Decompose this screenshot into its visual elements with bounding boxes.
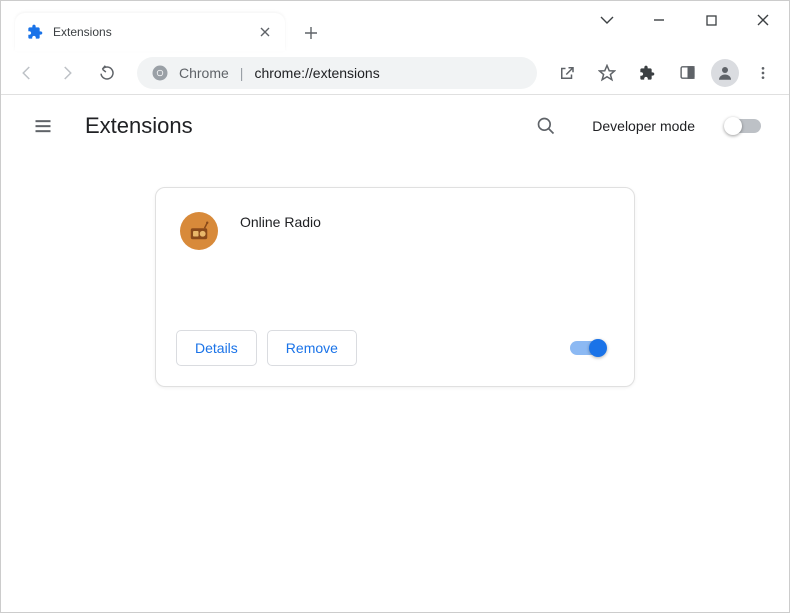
hamburger-menu-button[interactable] bbox=[23, 106, 63, 146]
toggle-knob bbox=[724, 117, 742, 135]
omnibox-url: chrome://extensions bbox=[254, 65, 379, 81]
toggle-knob bbox=[589, 339, 607, 357]
extension-name: Online Radio bbox=[240, 212, 321, 318]
kebab-menu-icon[interactable] bbox=[747, 57, 779, 89]
bookmark-icon[interactable] bbox=[591, 57, 623, 89]
extension-enable-toggle[interactable] bbox=[570, 341, 606, 355]
titlebar: Extensions bbox=[1, 1, 789, 51]
new-tab-button[interactable] bbox=[297, 19, 325, 47]
chrome-icon bbox=[151, 64, 169, 82]
radio-icon bbox=[180, 212, 218, 250]
extension-card-header: Online Radio bbox=[156, 188, 634, 318]
omnibox[interactable]: Chrome | chrome://extensions bbox=[137, 57, 537, 89]
tab-title: Extensions bbox=[53, 25, 247, 39]
maximize-button[interactable] bbox=[685, 1, 737, 39]
page-title: Extensions bbox=[85, 113, 504, 139]
minimize-button[interactable] bbox=[633, 1, 685, 39]
remove-button[interactable]: Remove bbox=[267, 330, 357, 366]
browser-toolbar: Chrome | chrome://extensions bbox=[1, 51, 789, 95]
browser-tab[interactable]: Extensions bbox=[15, 13, 285, 51]
back-button[interactable] bbox=[11, 57, 43, 89]
forward-button[interactable] bbox=[51, 57, 83, 89]
search-button[interactable] bbox=[526, 106, 566, 146]
close-window-button[interactable] bbox=[737, 1, 789, 39]
omnibox-divider: | bbox=[240, 65, 244, 81]
close-tab-button[interactable] bbox=[257, 24, 273, 40]
window-controls bbox=[581, 1, 789, 39]
omnibox-prefix: Chrome bbox=[179, 65, 229, 81]
extension-card: Online Radio Details Remove bbox=[155, 187, 635, 387]
developer-mode-toggle[interactable] bbox=[725, 119, 761, 133]
extension-card-actions: Details Remove bbox=[156, 318, 634, 386]
chevron-down-icon[interactable] bbox=[581, 1, 633, 39]
sidepanel-icon[interactable] bbox=[671, 57, 703, 89]
puzzle-icon bbox=[27, 24, 43, 40]
page-header: Extensions Developer mode bbox=[1, 95, 789, 157]
reload-button[interactable] bbox=[91, 57, 123, 89]
profile-button[interactable] bbox=[711, 59, 739, 87]
extensions-puzzle-icon[interactable] bbox=[631, 57, 663, 89]
content-area: Online Radio Details Remove bbox=[1, 157, 789, 387]
share-icon[interactable] bbox=[551, 57, 583, 89]
developer-mode-label: Developer mode bbox=[592, 118, 695, 134]
details-button[interactable]: Details bbox=[176, 330, 257, 366]
